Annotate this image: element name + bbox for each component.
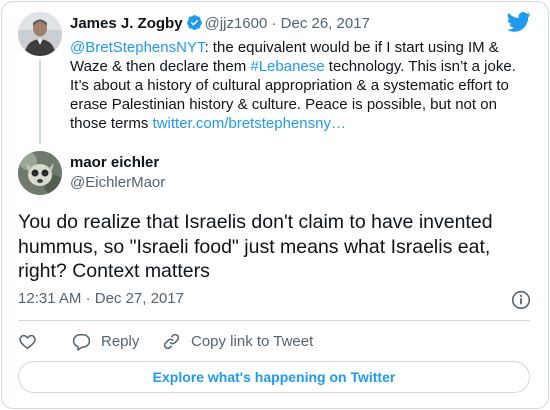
parent-author-name[interactable]: James J. Zogby [70, 15, 183, 32]
tweet-time: 12:31 AM [18, 290, 82, 307]
explore-label: Explore what's happening on Twitter [152, 369, 396, 385]
main-avatar[interactable] [18, 151, 62, 195]
explore-twitter-button[interactable]: Explore what's happening on Twitter [18, 361, 530, 393]
copy-link-button[interactable]: Copy link to Tweet [162, 331, 313, 351]
copy-link-label: Copy link to Tweet [191, 332, 314, 350]
parent-tweet-date[interactable]: Dec 26, 2017 [281, 15, 370, 32]
info-icon[interactable] [511, 290, 531, 310]
link-icon [163, 333, 180, 349]
actions-divider [18, 320, 530, 321]
twitter-bird-icon[interactable] [507, 12, 531, 32]
hashtag-link[interactable]: #Lebanese [250, 58, 324, 75]
parent-tweet-header: James J. Zogby @jjz1600 · Dec 26, 2017 [70, 14, 370, 34]
tweet-timestamp[interactable]: 12:31 AM · Dec 27, 2017 [18, 290, 184, 308]
parent-avatar[interactable] [18, 12, 62, 56]
tweet-date: Dec 27, 2017 [94, 290, 184, 307]
header-separator: · [271, 15, 277, 32]
main-tweet-text: You do realize that Israelis don't claim… [18, 211, 493, 282]
reply-label: Reply [101, 332, 140, 350]
heart-icon [19, 334, 36, 349]
mention-link[interactable]: @BretStephensNYT [70, 39, 204, 56]
url-link[interactable]: twitter.com/bretstephensny… [153, 115, 346, 132]
parent-tweet-text: @BretStephensNYT: the equivalent would b… [70, 38, 530, 133]
reply-icon [72, 333, 91, 351]
thread-connector-line [39, 60, 41, 144]
parent-author-handle[interactable]: @jjz1600 [205, 15, 268, 32]
timestamp-separator: · [85, 290, 91, 307]
like-button[interactable] [18, 331, 37, 351]
verified-badge-icon [186, 15, 202, 31]
reply-button[interactable]: Reply [72, 331, 139, 351]
main-author-handle[interactable]: @EichlerMaor [70, 174, 165, 192]
main-author-name[interactable]: maor eichler [70, 154, 159, 172]
